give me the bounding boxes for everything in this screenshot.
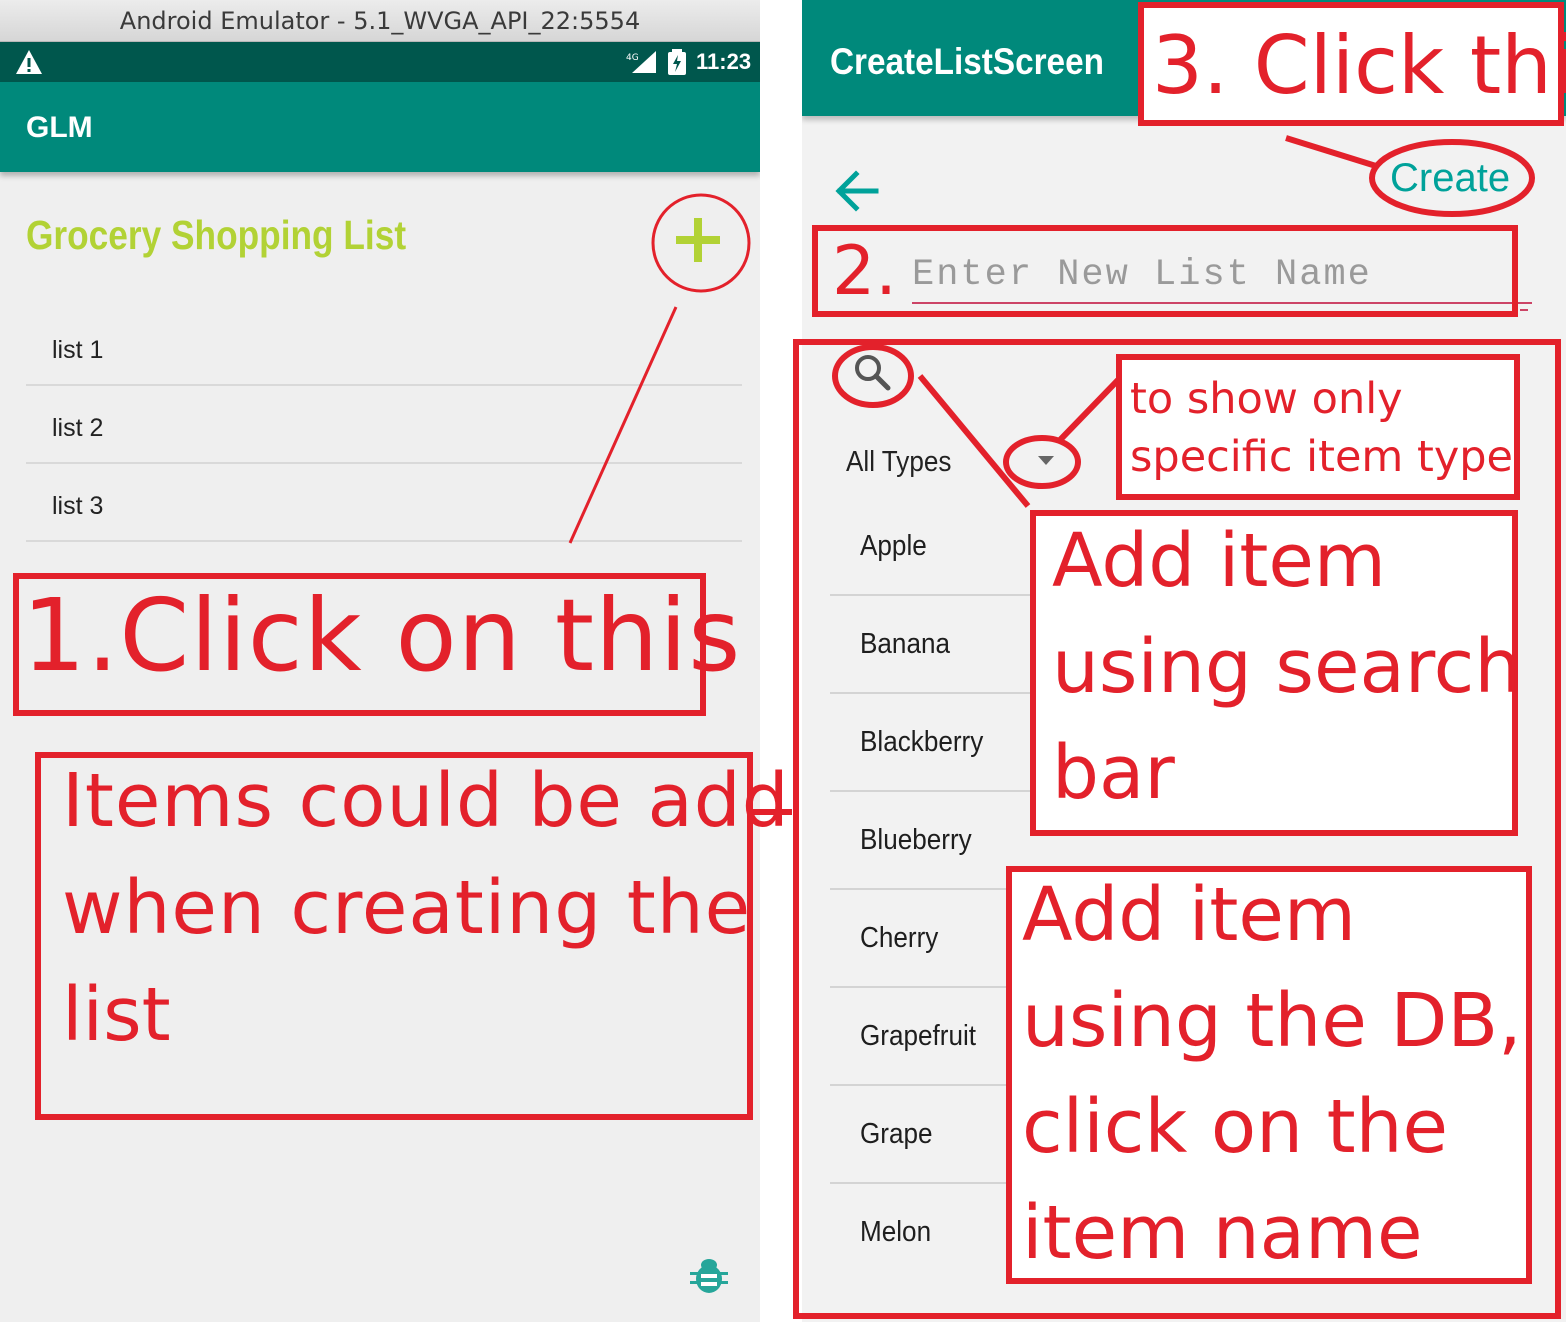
list-item-label: list 2: [52, 414, 104, 442]
create-button[interactable]: Create: [1390, 156, 1510, 201]
db-note-line: click on the: [1022, 1084, 1449, 1170]
step2-label: 2.: [832, 232, 897, 311]
bug-icon[interactable]: [688, 1254, 730, 1296]
search-note-line: using search: [1052, 624, 1522, 710]
db-note-line: using the DB,: [1022, 978, 1522, 1064]
step1-label: 1.Click on this: [22, 577, 742, 694]
back-arrow-icon[interactable]: [832, 166, 882, 216]
db-note-line: item name: [1022, 1190, 1423, 1276]
search-note-line: bar: [1052, 730, 1175, 816]
plus-icon: [676, 218, 720, 262]
db-note-line: Add item: [1022, 872, 1356, 958]
step2-callout-box: [812, 225, 1518, 317]
list-item[interactable]: list 2: [26, 386, 742, 464]
tutorial-screenshot: Android Emulator - 5.1_WVGA_API_22:5554 …: [0, 0, 1566, 1322]
filter-note-line: specific item type: [1130, 432, 1514, 482]
list-item[interactable]: list 1: [26, 308, 742, 386]
items-note-line: list: [62, 972, 171, 1058]
step3-label: 3. Click this: [1152, 19, 1566, 112]
signal-4g-icon: 4G: [626, 51, 656, 73]
app-title: CreateListScreen: [830, 41, 1104, 82]
items-note-line: Items could be add: [62, 758, 790, 844]
items-note-line: when creating the: [62, 865, 752, 951]
filter-note-line: to show only: [1130, 374, 1403, 424]
status-bar: 4G 11:23: [0, 42, 760, 82]
emulator-title: Android Emulator - 5.1_WVGA_API_22:5554: [0, 0, 760, 42]
search-note-line: Add item: [1052, 518, 1386, 604]
page-title: Grocery Shopping List: [26, 212, 407, 258]
list-item-label: list 3: [52, 492, 104, 520]
network-label: 4G: [626, 53, 639, 63]
app-title: GLM: [26, 111, 93, 144]
battery-icon: [668, 49, 686, 75]
status-time: 11:23: [696, 49, 752, 74]
warning-icon: [16, 50, 42, 74]
add-list-button[interactable]: [668, 210, 728, 270]
list-item-label: list 1: [52, 336, 104, 364]
app-bar: GLM: [0, 82, 760, 172]
list-item[interactable]: list 3: [26, 464, 742, 542]
